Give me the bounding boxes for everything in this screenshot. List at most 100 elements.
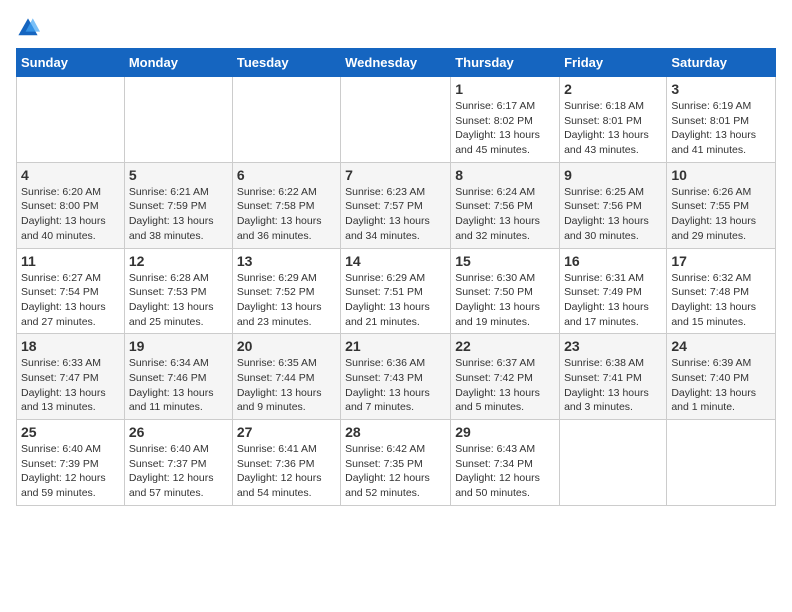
- calendar-cell: 25 Sunrise: 6:40 AM Sunset: 7:39 PM Dayli…: [17, 420, 125, 506]
- calendar-header-wednesday: Wednesday: [341, 49, 451, 77]
- day-number: 24: [671, 338, 771, 354]
- day-info: Sunrise: 6:29 AM Sunset: 7:52 PM Dayligh…: [237, 271, 336, 330]
- calendar-week-row: 1 Sunrise: 6:17 AM Sunset: 8:02 PM Daylig…: [17, 77, 776, 163]
- day-number: 18: [21, 338, 120, 354]
- day-info: Sunrise: 6:34 AM Sunset: 7:46 PM Dayligh…: [129, 356, 228, 415]
- calendar-cell: [124, 77, 232, 163]
- calendar-week-row: 18 Sunrise: 6:33 AM Sunset: 7:47 PM Dayli…: [17, 334, 776, 420]
- day-number: 3: [671, 81, 771, 97]
- day-number: 22: [455, 338, 555, 354]
- day-number: 26: [129, 424, 228, 440]
- calendar-cell: 4 Sunrise: 6:20 AM Sunset: 8:00 PM Daylig…: [17, 162, 125, 248]
- calendar-cell: 12 Sunrise: 6:28 AM Sunset: 7:53 PM Dayli…: [124, 248, 232, 334]
- day-number: 16: [564, 253, 662, 269]
- day-info: Sunrise: 6:42 AM Sunset: 7:35 PM Dayligh…: [345, 442, 446, 501]
- day-number: 8: [455, 167, 555, 183]
- calendar-cell: 18 Sunrise: 6:33 AM Sunset: 7:47 PM Dayli…: [17, 334, 125, 420]
- day-number: 23: [564, 338, 662, 354]
- day-number: 12: [129, 253, 228, 269]
- day-info: Sunrise: 6:40 AM Sunset: 7:39 PM Dayligh…: [21, 442, 120, 501]
- day-number: 29: [455, 424, 555, 440]
- calendar-cell: [667, 420, 776, 506]
- calendar-header-monday: Monday: [124, 49, 232, 77]
- calendar-cell: 11 Sunrise: 6:27 AM Sunset: 7:54 PM Dayli…: [17, 248, 125, 334]
- day-info: Sunrise: 6:29 AM Sunset: 7:51 PM Dayligh…: [345, 271, 446, 330]
- day-number: 4: [21, 167, 120, 183]
- calendar-week-row: 11 Sunrise: 6:27 AM Sunset: 7:54 PM Dayli…: [17, 248, 776, 334]
- day-info: Sunrise: 6:30 AM Sunset: 7:50 PM Dayligh…: [455, 271, 555, 330]
- calendar-cell: 6 Sunrise: 6:22 AM Sunset: 7:58 PM Daylig…: [232, 162, 340, 248]
- calendar-cell: 23 Sunrise: 6:38 AM Sunset: 7:41 PM Dayli…: [560, 334, 667, 420]
- day-number: 9: [564, 167, 662, 183]
- calendar-cell: 10 Sunrise: 6:26 AM Sunset: 7:55 PM Dayli…: [667, 162, 776, 248]
- calendar-cell: 5 Sunrise: 6:21 AM Sunset: 7:59 PM Daylig…: [124, 162, 232, 248]
- calendar-header-row: SundayMondayTuesdayWednesdayThursdayFrid…: [17, 49, 776, 77]
- day-info: Sunrise: 6:28 AM Sunset: 7:53 PM Dayligh…: [129, 271, 228, 330]
- calendar-cell: 15Sunrise: 6:30 AM Sunset: 7:50 PM Dayli…: [451, 248, 560, 334]
- calendar-cell: 8 Sunrise: 6:24 AM Sunset: 7:56 PM Daylig…: [451, 162, 560, 248]
- day-number: 11: [21, 253, 120, 269]
- day-info: Sunrise: 6:25 AM Sunset: 7:56 PM Dayligh…: [564, 185, 662, 244]
- day-info: Sunrise: 6:22 AM Sunset: 7:58 PM Dayligh…: [237, 185, 336, 244]
- calendar-header-saturday: Saturday: [667, 49, 776, 77]
- day-number: 13: [237, 253, 336, 269]
- day-info: Sunrise: 6:19 AM Sunset: 8:01 PM Dayligh…: [671, 99, 771, 158]
- day-number: 20: [237, 338, 336, 354]
- calendar-cell: 1 Sunrise: 6:17 AM Sunset: 8:02 PM Daylig…: [451, 77, 560, 163]
- calendar-cell: 16 Sunrise: 6:31 AM Sunset: 7:49 PM Dayli…: [560, 248, 667, 334]
- calendar-cell: [341, 77, 451, 163]
- day-info: Sunrise: 6:37 AM Sunset: 7:42 PM Dayligh…: [455, 356, 555, 415]
- calendar-cell: 29 Sunrise: 6:43 AM Sunset: 7:34 PM Dayli…: [451, 420, 560, 506]
- day-number: 10: [671, 167, 771, 183]
- day-number: 1: [455, 81, 555, 97]
- day-number: 14: [345, 253, 446, 269]
- calendar-cell: 26 Sunrise: 6:40 AM Sunset: 7:37 PM Dayli…: [124, 420, 232, 506]
- logo-icon: [16, 16, 40, 40]
- day-info: Sunrise: 6:40 AM Sunset: 7:37 PM Dayligh…: [129, 442, 228, 501]
- day-info: Sunrise: 6:24 AM Sunset: 7:56 PM Dayligh…: [455, 185, 555, 244]
- calendar-week-row: 25 Sunrise: 6:40 AM Sunset: 7:39 PM Dayli…: [17, 420, 776, 506]
- day-info: Sunrise: 6:27 AM Sunset: 7:54 PM Dayligh…: [21, 271, 120, 330]
- day-info: Sunrise: 6:17 AM Sunset: 8:02 PM Dayligh…: [455, 99, 555, 158]
- day-info: Sunrise: 6:38 AM Sunset: 7:41 PM Dayligh…: [564, 356, 662, 415]
- day-info: Sunrise: 6:20 AM Sunset: 8:00 PM Dayligh…: [21, 185, 120, 244]
- day-number: 6: [237, 167, 336, 183]
- calendar-cell: [560, 420, 667, 506]
- day-info: Sunrise: 6:41 AM Sunset: 7:36 PM Dayligh…: [237, 442, 336, 501]
- calendar-cell: 28 Sunrise: 6:42 AM Sunset: 7:35 PM Dayli…: [341, 420, 451, 506]
- calendar-cell: 17 Sunrise: 6:32 AM Sunset: 7:48 PM Dayli…: [667, 248, 776, 334]
- day-number: 5: [129, 167, 228, 183]
- calendar-header-friday: Friday: [560, 49, 667, 77]
- day-number: 2: [564, 81, 662, 97]
- day-number: 7: [345, 167, 446, 183]
- day-number: 25: [21, 424, 120, 440]
- day-info: Sunrise: 6:39 AM Sunset: 7:40 PM Dayligh…: [671, 356, 771, 415]
- calendar-header-thursday: Thursday: [451, 49, 560, 77]
- calendar-cell: 14 Sunrise: 6:29 AM Sunset: 7:51 PM Dayli…: [341, 248, 451, 334]
- calendar-cell: 13 Sunrise: 6:29 AM Sunset: 7:52 PM Dayli…: [232, 248, 340, 334]
- day-number: 17: [671, 253, 771, 269]
- calendar-cell: 19 Sunrise: 6:34 AM Sunset: 7:46 PM Dayli…: [124, 334, 232, 420]
- logo: [16, 16, 44, 40]
- calendar-week-row: 4 Sunrise: 6:20 AM Sunset: 8:00 PM Daylig…: [17, 162, 776, 248]
- day-info: Sunrise: 6:21 AM Sunset: 7:59 PM Dayligh…: [129, 185, 228, 244]
- calendar-cell: 2Sunrise: 6:18 AM Sunset: 8:01 PM Daylig…: [560, 77, 667, 163]
- day-info: Sunrise: 6:23 AM Sunset: 7:57 PM Dayligh…: [345, 185, 446, 244]
- calendar-cell: 22 Sunrise: 6:37 AM Sunset: 7:42 PM Dayli…: [451, 334, 560, 420]
- day-number: 28: [345, 424, 446, 440]
- day-info: Sunrise: 6:32 AM Sunset: 7:48 PM Dayligh…: [671, 271, 771, 330]
- calendar-cell: 24 Sunrise: 6:39 AM Sunset: 7:40 PM Dayli…: [667, 334, 776, 420]
- calendar-cell: 20 Sunrise: 6:35 AM Sunset: 7:44 PM Dayli…: [232, 334, 340, 420]
- day-info: Sunrise: 6:35 AM Sunset: 7:44 PM Dayligh…: [237, 356, 336, 415]
- calendar-cell: 27 Sunrise: 6:41 AM Sunset: 7:36 PM Dayli…: [232, 420, 340, 506]
- day-info: Sunrise: 6:31 AM Sunset: 7:49 PM Dayligh…: [564, 271, 662, 330]
- calendar-cell: [232, 77, 340, 163]
- day-info: Sunrise: 6:26 AM Sunset: 7:55 PM Dayligh…: [671, 185, 771, 244]
- day-info: Sunrise: 6:43 AM Sunset: 7:34 PM Dayligh…: [455, 442, 555, 501]
- day-number: 21: [345, 338, 446, 354]
- day-number: 27: [237, 424, 336, 440]
- day-number: 19: [129, 338, 228, 354]
- calendar-table: SundayMondayTuesdayWednesdayThursdayFrid…: [16, 48, 776, 506]
- day-info: Sunrise: 6:33 AM Sunset: 7:47 PM Dayligh…: [21, 356, 120, 415]
- day-info: Sunrise: 6:36 AM Sunset: 7:43 PM Dayligh…: [345, 356, 446, 415]
